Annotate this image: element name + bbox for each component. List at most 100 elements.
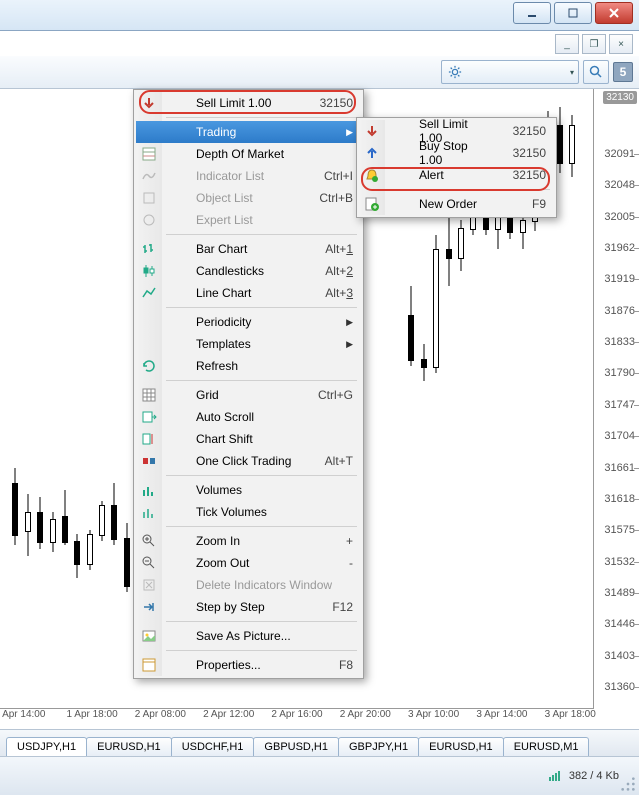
y-tick: 31489 — [604, 587, 635, 599]
x-tick: 2 Apr 20:00 — [340, 709, 391, 720]
menu-delete-indicators[interactable]: Delete Indicators Window — [136, 574, 361, 596]
price-badge: 32130 — [603, 91, 637, 104]
search-button[interactable] — [583, 60, 609, 84]
step-icon — [141, 599, 157, 615]
buy-arrow-icon — [364, 145, 380, 161]
count-badge: 5 — [613, 62, 633, 82]
menu-depth-of-market[interactable]: Depth Of Market — [136, 143, 361, 165]
y-tick: 31833 — [604, 336, 635, 348]
menu-shortcut: F12 — [332, 600, 353, 614]
menu-label: Save As Picture... — [196, 629, 353, 643]
menu-tick-volumes[interactable]: Tick Volumes — [136, 501, 361, 523]
menu-expert-list[interactable]: Expert List — [136, 209, 361, 231]
x-tick: 3 Apr 14:00 — [476, 709, 527, 720]
menu-zoom-in[interactable]: Zoom In + — [136, 530, 361, 552]
menu-templates[interactable]: Templates ▶ — [136, 333, 361, 355]
menu-bar-chart[interactable]: Bar Chart Alt+1 — [136, 238, 361, 260]
menu-label: Expert List — [196, 213, 353, 227]
menu-shortcut: Alt+3 — [325, 286, 353, 300]
y-axis: 32130 3209132048320053196231919318763183… — [593, 89, 639, 709]
chartshift-icon — [141, 431, 157, 447]
menu-shortcut: Ctrl+B — [319, 191, 353, 205]
menu-grid[interactable]: Grid Ctrl+G — [136, 384, 361, 406]
line-chart-icon — [141, 285, 157, 301]
zoom-in-icon — [141, 533, 157, 549]
y-tick: 31919 — [604, 273, 635, 285]
resize-grip[interactable] — [620, 776, 636, 792]
x-tick: 3 Apr 10:00 — [408, 709, 459, 720]
maximize-button[interactable] — [554, 2, 592, 24]
menu-step-by-step[interactable]: Step by Step F12 — [136, 596, 361, 618]
y-tick: 31876 — [604, 305, 635, 317]
menu-shortcut: - — [349, 556, 353, 570]
menu-label: Tick Volumes — [196, 505, 353, 519]
chart-tab[interactable]: EURUSD,H1 — [86, 737, 172, 756]
y-tick: 32005 — [604, 211, 635, 223]
y-tick: 31704 — [604, 430, 635, 442]
chart-tab[interactable]: USDCHF,H1 — [171, 737, 255, 756]
minimize-button[interactable] — [513, 2, 551, 24]
menu-save-picture[interactable]: Save As Picture... — [136, 625, 361, 647]
menu-periodicity[interactable]: Periodicity ▶ — [136, 311, 361, 333]
y-tick: 31575 — [604, 524, 635, 536]
submenu-arrow-icon: ▶ — [346, 339, 353, 350]
submenu-alert[interactable]: Alert 32150 — [359, 164, 554, 186]
menu-properties[interactable]: Properties... F8 — [136, 654, 361, 676]
y-tick: 31446 — [604, 618, 635, 630]
menu-label: Auto Scroll — [196, 410, 353, 424]
autoscroll-icon — [141, 409, 157, 425]
menu-line-chart[interactable]: Line Chart Alt+3 — [136, 282, 361, 304]
x-tick: 2 Apr 16:00 — [271, 709, 322, 720]
menu-object-list[interactable]: Object List Ctrl+B — [136, 187, 361, 209]
menu-trading[interactable]: Trading ▶ — [136, 121, 361, 143]
chart-tab[interactable]: GBPUSD,H1 — [253, 737, 339, 756]
new-order-icon — [364, 196, 380, 212]
menu-refresh[interactable]: Refresh — [136, 355, 361, 377]
submenu-arrow-icon: ▶ — [346, 317, 353, 328]
menu-label: Trading — [196, 125, 346, 139]
menu-label: Grid — [196, 388, 298, 402]
submenu-arrow-icon: ▶ — [346, 127, 353, 138]
mdi-restore-button[interactable]: ❐ — [582, 34, 606, 54]
menu-label: Candlesticks — [196, 264, 305, 278]
menu-label: Step by Step — [196, 600, 312, 614]
delete-indicators-icon — [141, 577, 157, 593]
x-axis: Apr 14:001 Apr 18:002 Apr 08:002 Apr 12:… — [0, 708, 594, 727]
menu-label: Chart Shift — [196, 432, 353, 446]
menu-label: Delete Indicators Window — [196, 578, 353, 592]
menu-auto-scroll[interactable]: Auto Scroll — [136, 406, 361, 428]
menu-label: Depth Of Market — [196, 147, 353, 161]
caret-down-icon: ▾ — [570, 68, 574, 77]
menu-one-click[interactable]: One Click Trading Alt+T — [136, 450, 361, 472]
menu-volumes[interactable]: Volumes — [136, 479, 361, 501]
chart-tab[interactable]: EURUSD,M1 — [503, 737, 590, 756]
submenu-buy-stop[interactable]: Buy Stop 1.00 32150 — [359, 142, 554, 164]
submenu-new-order[interactable]: New Order F9 — [359, 193, 554, 215]
close-button[interactable] — [595, 2, 633, 24]
settings-dropdown[interactable]: ▾ — [441, 60, 579, 84]
menu-shortcut: + — [346, 534, 353, 548]
oneclick-icon — [141, 453, 157, 469]
mdi-minimize-button[interactable]: _ — [555, 34, 579, 54]
menu-candlesticks[interactable]: Candlesticks Alt+2 — [136, 260, 361, 282]
menu-label: Periodicity — [196, 315, 346, 329]
chart-tab[interactable]: USDJPY,H1 — [6, 737, 87, 757]
menu-label: Sell Limit 1.00 — [196, 96, 300, 110]
menu-shortcut: Ctrl+I — [324, 169, 353, 183]
y-tick: 31661 — [604, 462, 635, 474]
menu-label: Alert — [419, 168, 493, 182]
depth-icon — [141, 146, 157, 162]
menu-shortcut: Ctrl+G — [318, 388, 353, 402]
mdi-close-button[interactable]: × — [609, 34, 633, 54]
chart-tab[interactable]: EURUSD,H1 — [418, 737, 504, 756]
menu-chart-shift[interactable]: Chart Shift — [136, 428, 361, 450]
chart-tab[interactable]: GBPJPY,H1 — [338, 737, 419, 756]
menu-label: New Order — [419, 197, 512, 211]
menu-indicator-list[interactable]: Indicator List Ctrl+I — [136, 165, 361, 187]
menu-value: 32150 — [513, 168, 546, 182]
object-icon — [141, 190, 157, 206]
menu-sell-limit[interactable]: Sell Limit 1.00 32150 — [136, 92, 361, 114]
menu-zoom-out[interactable]: Zoom Out - — [136, 552, 361, 574]
menu-label: Zoom Out — [196, 556, 329, 570]
magnifier-icon — [589, 65, 603, 79]
